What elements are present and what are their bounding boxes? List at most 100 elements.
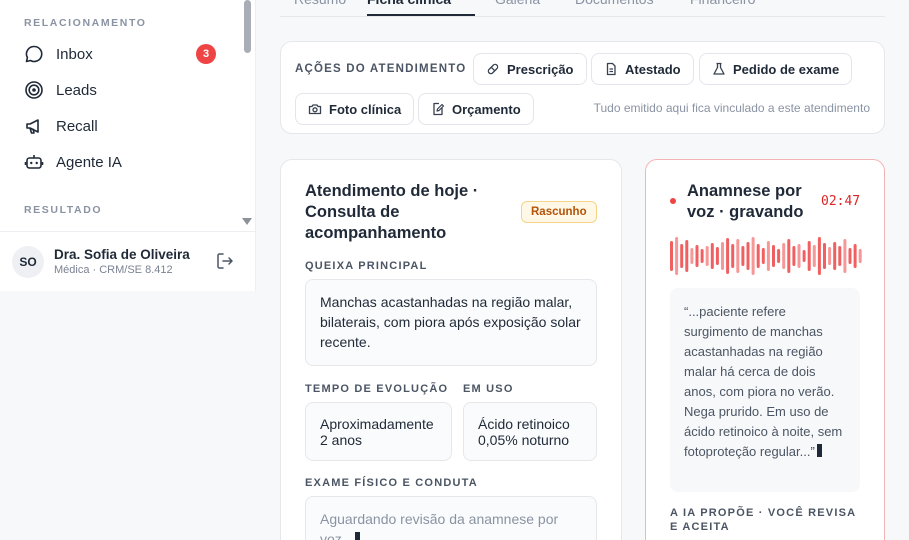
orcamento-button[interactable]: Orçamento [418,93,534,125]
actions-card: AÇÕES DO ATENDIMENTO Prescrição Atestado… [280,41,885,134]
scroll-down-arrow-icon[interactable] [242,218,252,225]
waveform-bar [670,241,673,271]
atestado-button[interactable]: Atestado [591,53,694,85]
waveform-bar [680,244,684,268]
sidebar-scrollbar-thumb[interactable] [244,0,251,53]
waveform-bar [705,246,709,266]
logout-icon[interactable] [215,251,235,271]
waveform-bar [731,244,735,268]
in-use-field[interactable]: Ácido retinoico 0,05% noturno [463,402,597,461]
waveform-bar [741,246,745,266]
recording-dot-icon [670,198,676,204]
waveform-bar [766,241,770,271]
edit-document-icon [431,102,445,116]
actions-title: AÇÕES DO ATENDIMENTO [295,63,467,75]
user-role: Médica · CRM/SE 8.412 [54,264,173,276]
sidebar-item-recall[interactable]: Recall [14,110,228,142]
prescricao-button[interactable]: Prescrição [473,53,587,85]
consultation-card: Atendimento de hoje · Consulta de acompa… [280,159,622,540]
waveform-bar [823,243,826,269]
waveform-bar [828,247,832,265]
foto-clinica-button[interactable]: Foto clínica [295,93,415,125]
in-use-label: EM USO [463,383,514,395]
waveform-bar [690,248,694,264]
waveform-bar [807,241,811,271]
flask-icon [712,62,726,76]
section-label-resultado: RESULTADO [24,204,103,216]
camera-icon [308,102,322,116]
waveform-bar [685,240,689,272]
text-cursor [816,444,822,457]
status-badge: Rascunho [521,201,597,223]
waveform-bar [751,237,755,275]
waveform-bar [726,238,730,274]
target-icon [24,80,44,100]
sidebar-item-label: Recall [56,117,98,135]
evolution-label: TEMPO DE EVOLUÇÃO [305,383,449,395]
waveform-bar [853,244,857,268]
waveform-bar [817,237,821,275]
waveform-bar [710,243,714,269]
sidebar-nav: RELACIONAMENTO Inbox 3 Leads Recall Agen… [0,0,256,230]
sidebar-item-leads[interactable]: Leads [14,74,228,106]
chat-bubble-icon [24,44,44,64]
tab-ficha-clinica[interactable]: Ficha clínica [367,0,475,16]
sidebar: RELACIONAMENTO Inbox 3 Leads Recall Agen… [0,0,256,291]
evolution-field[interactable]: Aproximadamente 2 anos [305,402,452,461]
tab-resumo[interactable]: Resumo [294,0,346,16]
text-cursor [355,532,361,540]
foto-clinica-label: Foto clínica [329,101,402,117]
actions-note: Tudo emitido aqui fica vinculado a este … [593,101,870,115]
ai-proposal-label: A IA PROPÕE · VOCÊ REVISA E ACEITA [670,507,856,533]
complaint-label: QUEIXA PRINCIPAL [305,260,428,272]
megaphone-icon [24,116,44,136]
pill-icon [486,62,500,76]
voice-title: Anamnese por voz · gravando [687,182,804,221]
waveform-bar [695,245,699,267]
user-profile: SO Dra. Sofia de Oliveira Médica · CRM/S… [0,231,256,291]
waveform-bar [787,239,791,273]
voice-anamnesis-card: Anamnese por voz · gravando 02:47 “...pa… [645,159,885,540]
tab-financeiro[interactable]: Financeiro [690,0,755,16]
voice-transcript: “...paciente refere surgimento de mancha… [670,288,860,492]
user-name: Dra. Sofia de Oliveira [54,247,190,262]
waveform-bar [858,249,862,263]
recording-timer: 02:47 [821,194,861,209]
audio-waveform [670,237,862,275]
consultation-title: Atendimento de hoje · Consulta de acompa… [305,182,479,242]
sidebar-item-inbox[interactable]: Inbox 3 [14,38,228,70]
waveform-bar [812,245,816,267]
robot-icon [24,152,44,172]
orcamento-label: Orçamento [452,101,521,117]
transcript-text: “...paciente refere surgimento de mancha… [684,304,843,459]
sidebar-item-agente-ia[interactable]: Agente IA [14,146,228,178]
waveform-bar [715,247,719,265]
pedido-de-exame-button[interactable]: Pedido de exame [699,53,853,85]
sidebar-item-label: Leads [56,81,97,99]
tab-galeria[interactable]: Galeria [495,0,540,16]
waveform-bar [756,244,760,268]
sidebar-item-label: Agente IA [56,153,122,171]
waveform-bar [761,248,765,264]
waveform-bar [848,248,852,264]
waveform-bar [772,245,775,267]
waveform-bar [802,250,806,262]
waveform-bar [792,246,796,266]
waveform-bar [833,242,837,270]
avatar: SO [12,246,44,278]
exam-field[interactable]: Aguardando revisão da anamnese por voz..… [305,496,597,540]
waveform-bar [736,239,740,273]
exam-label: EXAME FÍSICO E CONDUTA [305,477,478,489]
document-icon [604,62,618,76]
inbox-count-badge: 3 [196,44,216,64]
section-label-relacionamento: RELACIONAMENTO [24,17,147,29]
waveform-bar [782,243,786,269]
waveform-bar [675,237,679,275]
sidebar-item-label: Inbox [56,45,93,63]
complaint-field[interactable]: Manchas acastanhadas na região malar, bi… [305,279,597,366]
waveform-bar [746,242,750,270]
tab-documentos[interactable]: Documentos [575,0,654,16]
waveform-bar [721,242,724,270]
prescricao-label: Prescrição [507,61,574,77]
waveform-bar [777,249,781,263]
